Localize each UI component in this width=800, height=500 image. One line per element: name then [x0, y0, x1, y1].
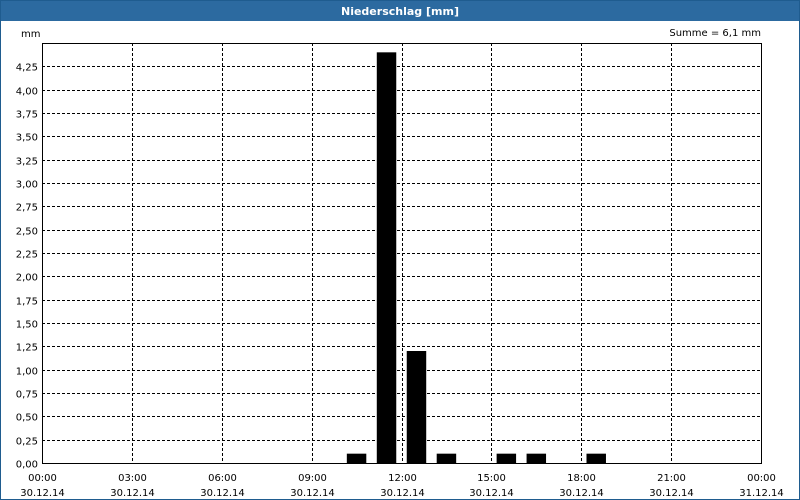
- bar: [376, 52, 397, 463]
- x-tick-date: 30.12.14: [110, 488, 155, 499]
- y-tick-label: 2,00: [16, 273, 38, 284]
- y-tick-label: 4,25: [16, 63, 38, 74]
- x-tick-time: 00:00: [28, 473, 57, 484]
- y-axis-unit: mm: [21, 29, 40, 40]
- y-tick-label: 3,25: [16, 157, 38, 168]
- x-tick-time: 00:00: [747, 473, 776, 484]
- bar: [436, 453, 457, 463]
- bar: [586, 453, 606, 463]
- precipitation-chart: mm Summe = 6,1 mm 0,00 0,25 0,50 0,75 1,00 1,…: [16, 28, 784, 499]
- x-tick-date: 30.12.14: [290, 488, 335, 499]
- grid: [42, 43, 761, 463]
- y-tick-label: 3,50: [16, 133, 38, 144]
- y-tick-label: 1,50: [16, 320, 38, 331]
- y-tick-label: 0,00: [16, 460, 38, 471]
- bar: [406, 351, 427, 463]
- x-tick-time: 21:00: [657, 473, 686, 484]
- x-tick-time: 06:00: [208, 473, 237, 484]
- bar: [496, 453, 517, 463]
- x-tick-date: 30.12.14: [380, 488, 425, 499]
- y-tick-label: 1,25: [16, 343, 38, 354]
- x-tick-time: 15:00: [477, 473, 506, 484]
- x-tick-date: 30.12.14: [200, 488, 245, 499]
- y-tick-labels: 0,00 0,25 0,50 0,75 1,00 1,25 1,50 1,75 2,00 2,25…: [16, 63, 38, 471]
- x-tick-time: 09:00: [298, 473, 327, 484]
- sum-annotation: Summe = 6,1 mm: [669, 28, 761, 39]
- y-tick-label: 2,25: [16, 250, 38, 261]
- y-tick-label: 4,00: [16, 87, 38, 98]
- x-tick-date: 30.12.14: [469, 488, 514, 499]
- y-tick-label: 1,00: [16, 367, 38, 378]
- x-tick-date: 31.12.14: [739, 488, 784, 499]
- x-tick-time: 12:00: [388, 473, 417, 484]
- x-tick-time: 03:00: [118, 473, 147, 484]
- y-tick-label: 3,00: [16, 180, 38, 191]
- x-tick-labels: 00:00 30.12.14 03:00 30.12.14 06:00 30.12.14 0…: [20, 473, 784, 499]
- bar: [526, 453, 547, 463]
- y-tick-label: 2,50: [16, 227, 38, 238]
- y-tick-label: 3,75: [16, 110, 38, 121]
- y-tick-label: 0,75: [16, 390, 38, 401]
- chart-window: Niederschlag [mm] mm Summe = 6,1 mm 0,00…: [0, 0, 800, 500]
- x-tick-date: 30.12.14: [559, 488, 604, 499]
- x-tick-time: 18:00: [567, 473, 596, 484]
- x-tick-date: 30.12.14: [649, 488, 694, 499]
- y-tick-label: 1,75: [16, 297, 38, 308]
- x-tick-date: 30.12.14: [20, 488, 65, 499]
- y-tick-label: 2,75: [16, 203, 38, 214]
- bar: [346, 453, 367, 463]
- y-tick-label: 0,25: [16, 437, 38, 448]
- y-tick-label: 0,50: [16, 413, 38, 424]
- chart-title: Niederschlag [mm]: [1, 1, 799, 21]
